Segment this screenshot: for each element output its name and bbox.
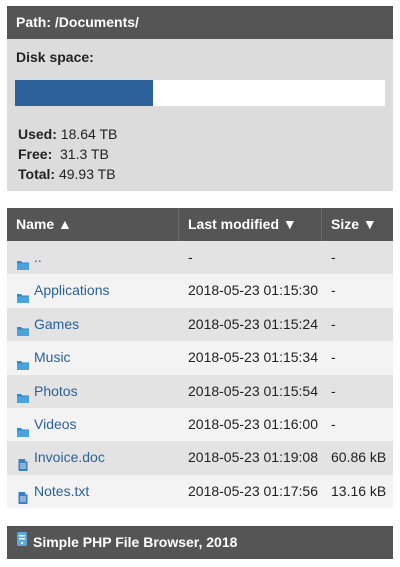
modified-cell: 2018-05-23 01:15:24 [188,315,318,332]
table-row[interactable]: Photos 2018-05-23 01:15:54- [7,374,393,408]
file-link[interactable]: Invoice.doc [34,441,105,474]
folder-icon [16,384,30,404]
folder-icon [16,251,30,270]
name-cell: Games [7,308,179,341]
size-cell: - [331,249,336,265]
document-icon [16,451,30,472]
name-cell: Photos [7,375,179,408]
name-cell: Invoice.doc [7,441,179,474]
used-label: Used: [18,126,57,142]
table-row[interactable]: Notes.txt 2018-05-23 01:17:56 13.16 kB [7,474,393,509]
file-link[interactable]: Applications [34,274,110,307]
disk-space-title: Disk space: [16,49,94,65]
table-row[interactable]: Games 2018-05-23 01:15:24- [7,307,393,342]
file-link[interactable]: .. [34,241,42,274]
total-value: 49.93 TB [58,166,116,182]
table-row[interactable]: Invoice.doc 2018-05-23 01:19:08 60.86 kB [7,441,393,475]
path-header: Path: /Documents/ [7,6,393,39]
file-link[interactable]: Photos [34,375,78,408]
name-cell: Music [7,341,179,374]
file-link[interactable]: Games [34,308,79,341]
table-row[interactable]: Music 2018-05-23 01:15:34- [7,341,393,375]
table-body: .. - - Applications 2018-05-23 01:15:30- Game… [7,241,393,509]
used-value: 18.64 TB [60,126,118,142]
name-cell: Applications [7,274,179,307]
total-label: Total: [18,166,56,182]
file-link[interactable]: Videos [34,408,77,441]
folder-icon [16,284,30,304]
table-row[interactable]: Videos 2018-05-23 01:16:00- [7,407,393,442]
size-cell: - [331,349,336,366]
modified-cell: 2018-05-23 01:15:54 [188,382,318,399]
folder-icon [16,418,30,437]
file-link[interactable]: Notes.txt [34,475,89,508]
modified-cell: 2018-05-23 01:15:30 [188,282,318,299]
name-cell: Notes.txt [7,475,179,508]
total-stat: Total: 49.93 TB [18,164,117,184]
file-link[interactable]: Music [34,341,71,374]
size-cell: 13.16 kB [331,482,387,499]
used-stat: Used: 18.64 TB [18,124,117,144]
document-icon [16,484,30,505]
modified-cell: 2018-05-23 01:15:34 [188,349,318,366]
table-row[interactable]: Applications 2018-05-23 01:15:30- [7,274,393,308]
size-cell: 60.86 kB [331,449,387,466]
table-row[interactable]: .. - - [7,241,393,275]
modified-cell: - [188,249,193,265]
sort-by-name[interactable]: Name ▲ [7,208,179,241]
name-cell: .. [7,241,179,274]
size-cell: - [331,315,336,332]
free-stat: Free: 31.3 TB [18,144,117,164]
folder-icon [16,351,30,370]
sort-by-modified[interactable]: Last modified ▼ [179,208,322,241]
free-value: 31.3 TB [60,146,109,162]
size-cell: - [331,415,336,432]
modified-cell: 2018-05-23 01:17:56 [188,482,318,499]
footer-text: Simple PHP File Browser, 2018 [33,534,238,550]
folder-icon [16,317,30,337]
disk-stats: Used: 18.64 TB Free: 31.3 TB Total: 49.9… [18,124,117,184]
size-cell: - [331,282,336,299]
file-table: Name ▲ Last modified ▼ Size ▼ .. - - Applic… [7,208,393,509]
modified-cell: 2018-05-23 01:19:08 [188,449,318,466]
disk-usage-fill [15,80,153,106]
server-icon [16,526,28,559]
size-cell: - [331,382,336,399]
table-header: Name ▲ Last modified ▼ Size ▼ [7,208,393,241]
disk-panel: Path: /Documents/ Disk space: Used: 18.6… [7,6,393,191]
disk-usage-bar [15,80,385,106]
free-label: Free: [18,146,53,162]
sort-by-size[interactable]: Size ▼ [322,208,393,241]
name-cell: Videos [7,408,179,441]
modified-cell: 2018-05-23 01:16:00 [188,415,318,432]
footer: Simple PHP File Browser, 2018 [7,526,393,559]
